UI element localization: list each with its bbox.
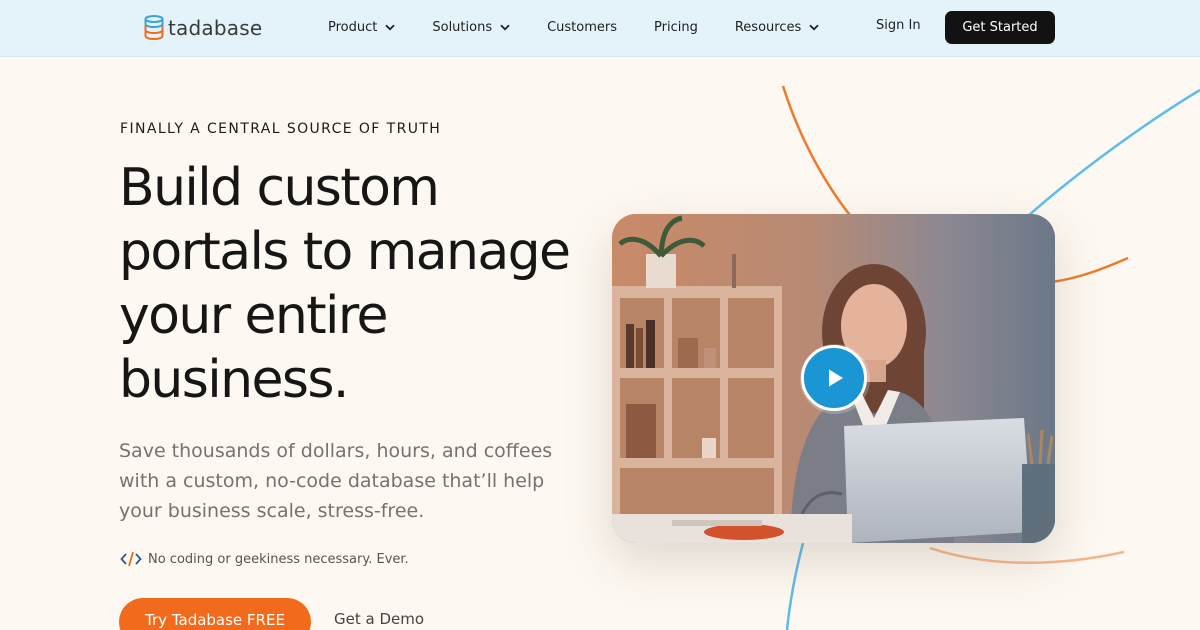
get-demo-link[interactable]: Get a Demo — [334, 610, 424, 628]
nav-item-product[interactable]: Product — [328, 18, 395, 36]
nav-item-resources[interactable]: Resources — [735, 18, 819, 36]
database-logo-icon — [144, 15, 164, 41]
get-started-button[interactable]: Get Started — [945, 11, 1055, 44]
sign-in-link[interactable]: Sign In — [876, 18, 921, 33]
nav-item-label: Customers — [547, 19, 618, 35]
top-navigation-bar: tadabase Product Solutions Customers Pri… — [0, 0, 1200, 57]
play-icon — [829, 369, 843, 387]
nav-item-customers[interactable]: Customers — [547, 18, 617, 36]
code-icon — [120, 551, 142, 567]
nav-item-label: Pricing — [654, 19, 698, 35]
no-code-note: No coding or geekiness necessary. Ever. — [120, 550, 409, 568]
try-free-button[interactable]: Try Tadabase FREE — [119, 598, 311, 630]
nav-item-pricing[interactable]: Pricing — [654, 18, 698, 36]
main-nav: Product Solutions Customers Pricing Reso… — [328, 18, 856, 36]
hero-headline: Build custom portals to manage your enti… — [119, 158, 571, 410]
nav-item-label: Solutions — [432, 19, 493, 35]
no-code-note-text: No coding or geekiness necessary. Ever. — [148, 551, 409, 567]
hero-subtext: Save thousands of dollars, hours, and co… — [119, 440, 553, 522]
play-button[interactable] — [801, 345, 867, 411]
brand-name: tadabase — [168, 16, 263, 40]
nav-item-label: Product — [328, 19, 378, 35]
chevron-down-icon — [500, 24, 510, 30]
nav-item-solutions[interactable]: Solutions — [432, 18, 510, 36]
nav-item-label: Resources — [734, 19, 802, 35]
hero-video[interactable] — [612, 214, 1055, 543]
chevron-down-icon — [385, 24, 395, 30]
brand-logo[interactable]: tadabase — [144, 14, 262, 42]
hero-eyebrow: FINALLY A CENTRAL SOURCE OF TRUTH — [120, 121, 442, 137]
chevron-down-icon — [809, 24, 819, 30]
